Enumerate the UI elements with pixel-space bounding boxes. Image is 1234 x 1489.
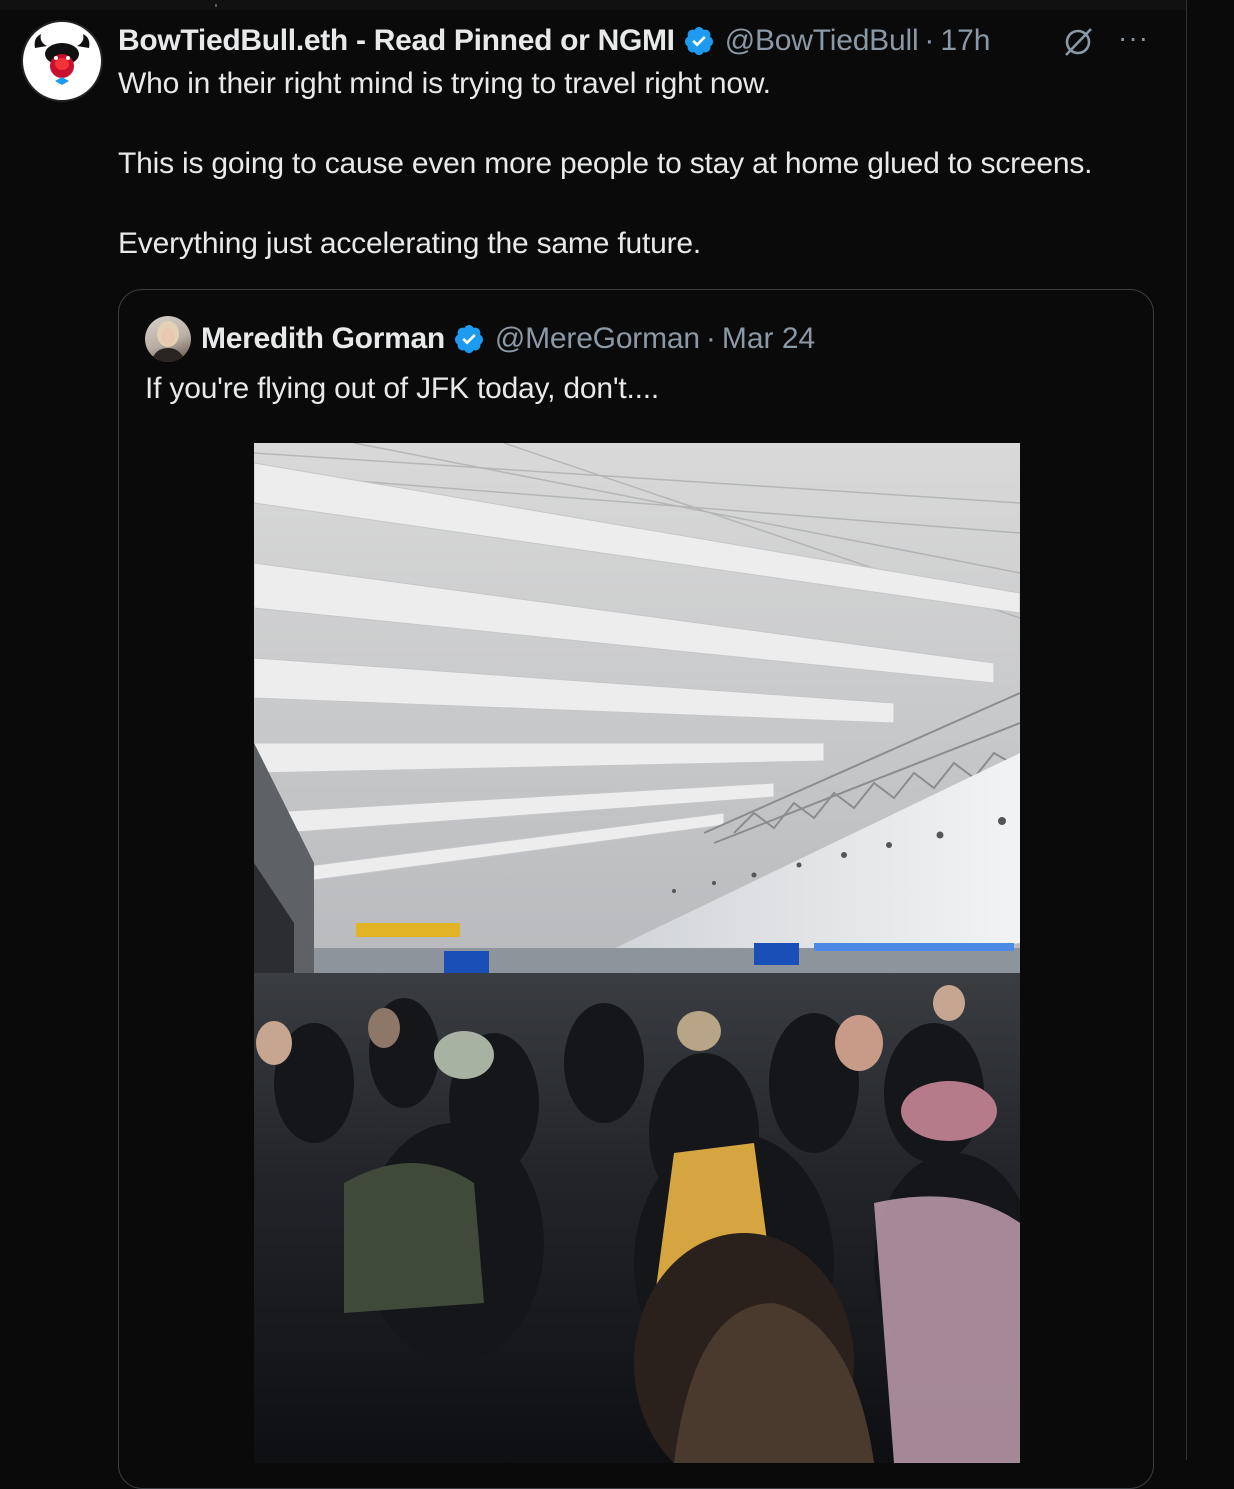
tweet[interactable]: BowTiedBull.eth - Read Pinned or NGMI @B… <box>118 20 1158 264</box>
verified-badge-icon <box>683 25 715 57</box>
separator-dot: · <box>705 322 716 355</box>
tweet-timestamp[interactable]: 17h <box>940 24 990 58</box>
airport-terminal-image <box>254 443 1020 1463</box>
more-options-icon[interactable]: ··· <box>1118 22 1149 54</box>
tweet-text-line: Who in their right mind is trying to tra… <box>118 67 771 100</box>
quoted-tweet[interactable]: Meredith Gorman @MereGorman · Mar 24 If … <box>118 289 1154 1489</box>
quoted-tweet-header: Meredith Gorman @MereGorman · Mar 24 <box>145 316 815 362</box>
quoted-author-name[interactable]: Meredith Gorman <box>201 322 445 356</box>
bull-logo-icon <box>34 34 90 85</box>
tweet-text-line: Everything just accelerating the same fu… <box>118 227 701 260</box>
top-divider <box>0 0 1186 10</box>
quoted-tweet-photo[interactable] <box>254 443 1020 1463</box>
quoted-author-avatar[interactable] <box>145 316 191 362</box>
tweet-text: Who in their right mind is trying to tra… <box>118 64 1158 264</box>
author-name[interactable]: BowTiedBull.eth - Read Pinned or NGMI <box>118 24 675 58</box>
tweet-header: BowTiedBull.eth - Read Pinned or NGMI @B… <box>118 20 1158 62</box>
quoted-author-handle[interactable]: @MereGorman <box>495 322 700 356</box>
author-handle[interactable]: @BowTiedBull <box>725 24 919 58</box>
grok-icon[interactable] <box>1060 24 1096 60</box>
quoted-tweet-text: If you're flying out of JFK today, don't… <box>145 372 660 405</box>
verified-badge-icon <box>453 323 485 355</box>
separator-dot: · <box>924 24 935 57</box>
author-avatar[interactable] <box>21 20 103 102</box>
column-divider <box>1186 0 1187 1460</box>
quoted-tweet-timestamp[interactable]: Mar 24 <box>722 322 815 356</box>
tweet-text-line: This is going to cause even more people … <box>118 147 1093 180</box>
